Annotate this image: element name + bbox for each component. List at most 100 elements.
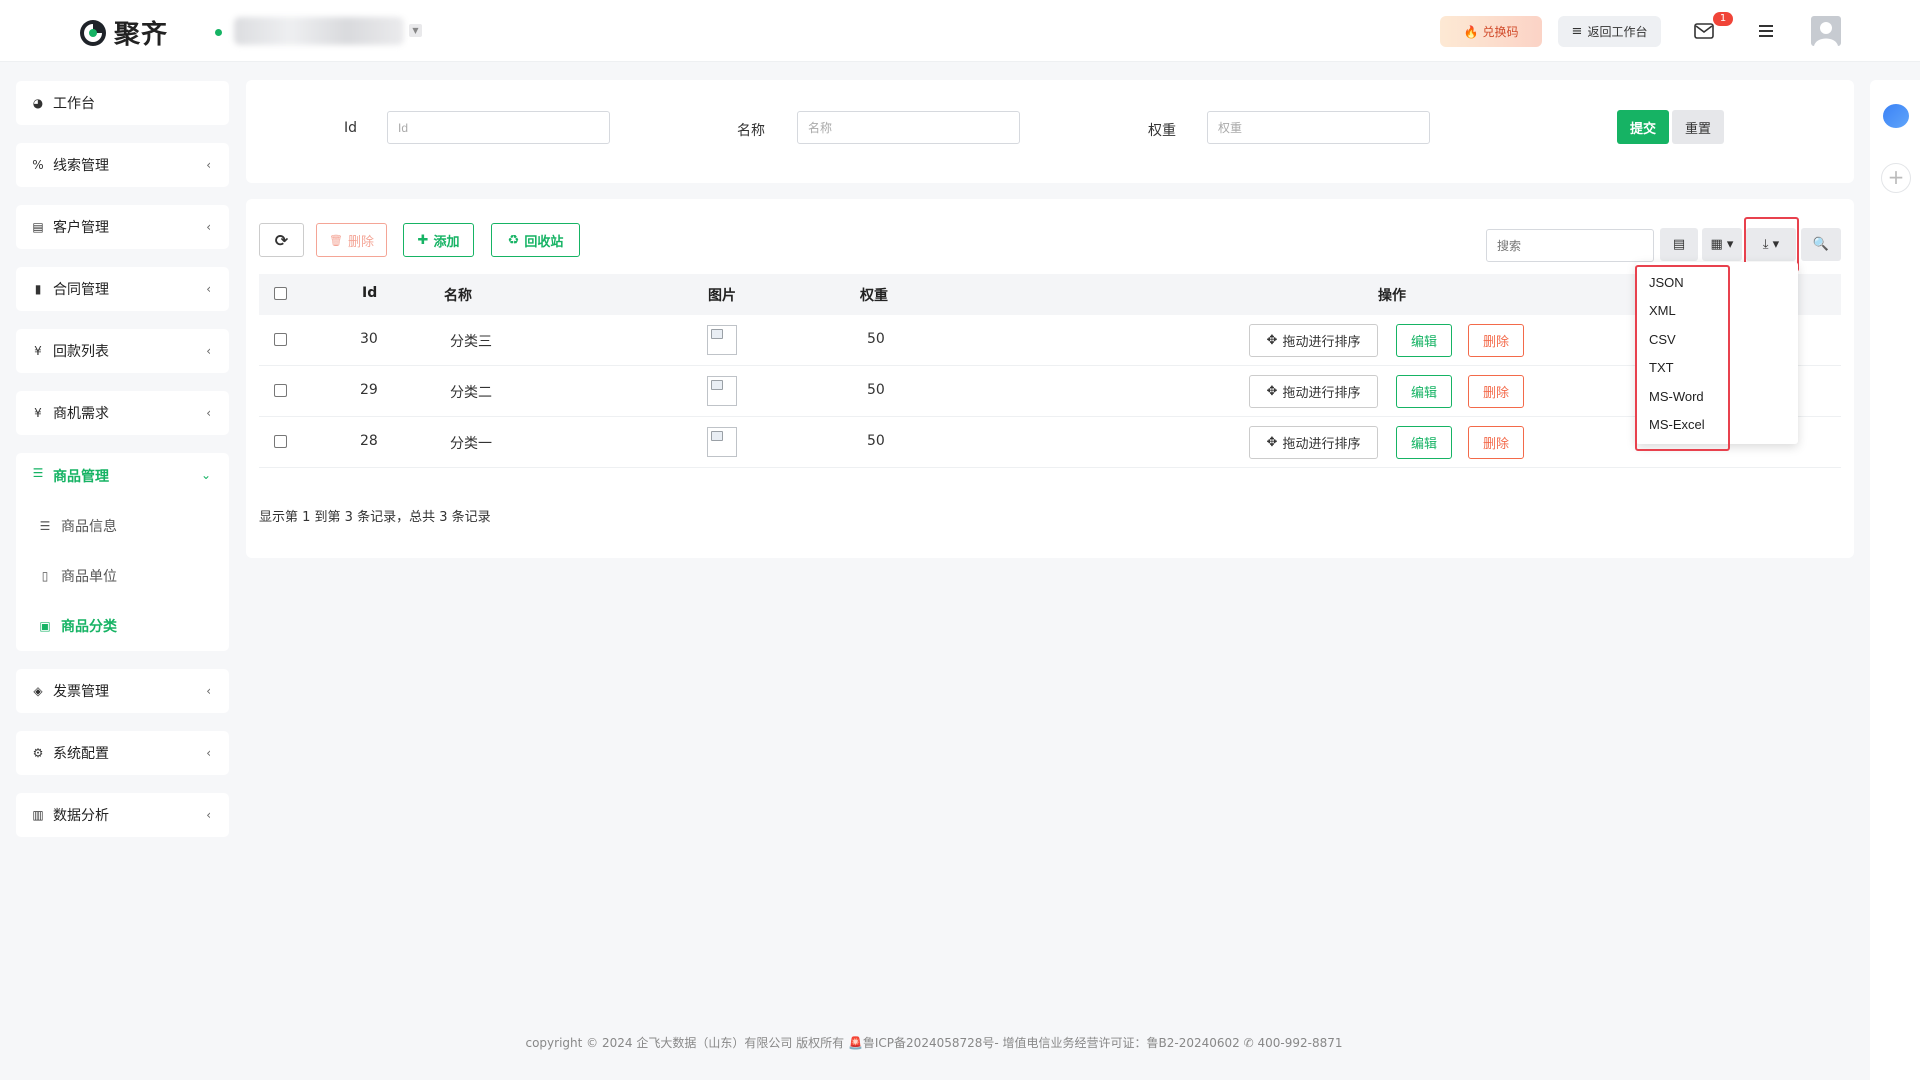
drag-sort-button[interactable]: ✥ 拖动进行排序 (1249, 375, 1378, 408)
broken-image-icon[interactable] (707, 325, 737, 355)
sidebar-item-label: 回款列表 (53, 344, 109, 360)
sidebar-subitem-product-category[interactable]: ▣ 商品分类 (38, 616, 117, 636)
table-row: 28 分类一 50 ✥ 拖动进行排序 编辑 删除 (259, 417, 1841, 468)
back-to-workbench-label: 返回工作台 (1587, 25, 1648, 39)
company-switcher[interactable] (234, 17, 404, 45)
menu-lines-icon: ≡ (1571, 24, 1583, 39)
edit-button[interactable]: 编辑 (1396, 426, 1452, 459)
recycle-bin-button[interactable]: ♻ 回收站 (491, 223, 580, 257)
sidebar-item-leads[interactable]: % 线索管理 ‹ (16, 143, 229, 187)
name-filter-input[interactable] (797, 111, 1020, 144)
sidebar-subitem-product-info[interactable]: ☰ 商品信息 (38, 516, 117, 536)
sidebar-item-contracts[interactable]: ▮ 合同管理 ‹ (16, 267, 229, 311)
add-icon[interactable]: + (1881, 163, 1911, 193)
table-header: Id 名称 图片 权重 操作 (259, 274, 1841, 315)
sidebar-subitem-label: 商品分类 (61, 619, 117, 635)
id-card-icon: ▤ (32, 220, 44, 234)
sidebar-item-invoices[interactable]: ◈ 发票管理 ‹ (16, 669, 229, 713)
submit-button[interactable]: 提交 (1617, 110, 1669, 144)
sidebar-item-label: 合同管理 (53, 282, 109, 298)
bulk-delete-label: 删除 (347, 234, 374, 250)
sidebar-item-label: 工作台 (53, 96, 95, 112)
delete-button[interactable]: 删除 (1468, 426, 1524, 459)
user-silhouette-icon (1814, 22, 1838, 46)
bar-chart-icon: ▥ (32, 808, 44, 822)
refresh-icon: ⟳ (274, 230, 289, 250)
add-button[interactable]: ✚ 添加 (403, 223, 474, 257)
sidebar-item-workbench[interactable]: ◕ 工作台 (16, 81, 229, 125)
mail-icon[interactable] (1693, 20, 1715, 42)
edit-button[interactable]: 编辑 (1396, 375, 1452, 408)
recycle-bin-label: 回收站 (524, 234, 564, 250)
list-icon: ☰ (32, 466, 44, 480)
sidebar-item-label: 客户管理 (53, 220, 109, 236)
search-icon: 🔍 (1812, 237, 1830, 252)
columns-button[interactable]: ▦ ▾ (1702, 228, 1742, 261)
refresh-button[interactable]: ⟳ (259, 223, 304, 257)
hamburger-menu-icon[interactable] (1755, 20, 1777, 42)
link-icon: % (32, 158, 44, 172)
delete-button[interactable]: 删除 (1468, 375, 1524, 408)
reset-button[interactable]: 重置 (1672, 110, 1724, 144)
chat-assistant-icon[interactable] (1883, 104, 1909, 128)
table-search-input[interactable] (1486, 229, 1654, 262)
caret-down-icon[interactable]: ▼ (409, 24, 422, 37)
move-arrows-icon: ✥ (1266, 333, 1278, 348)
chevron-left-icon: ‹ (206, 684, 211, 698)
table-row: 30 分类三 50 ✥ 拖动进行排序 编辑 删除 (259, 315, 1841, 366)
sidebar-item-analytics[interactable]: ▥ 数据分析 ‹ (16, 793, 229, 837)
redeem-code-button[interactable]: 🔥 兑换码 (1440, 16, 1542, 47)
brand-logo[interactable]: 聚齐 (78, 14, 168, 51)
avatar[interactable] (1811, 16, 1841, 46)
add-label: 添加 (433, 234, 460, 250)
bookmark-icon: ▮ (34, 282, 42, 296)
row-name: 分类二 (450, 385, 492, 401)
drag-sort-label: 拖动进行排序 (1282, 437, 1361, 452)
sidebar-item-customers[interactable]: ▤ 客户管理 ‹ (16, 205, 229, 249)
bulk-delete-button[interactable]: 🗑 删除 (316, 223, 387, 257)
column-header-actions: 操作 (1378, 288, 1406, 304)
sidebar-subitem-label: 商品信息 (61, 519, 117, 535)
chevron-left-icon: ‹ (206, 808, 211, 822)
delete-button[interactable]: 删除 (1468, 324, 1524, 357)
file-icon: ▯ (41, 569, 49, 583)
sidebar-item-opportunities[interactable]: ¥ 商机需求 ‹ (16, 391, 229, 435)
footer-copyright: copyright © 2024 企飞大数据（山东）有限公司 版权所有 🚨鲁IC… (525, 1036, 1343, 1050)
column-header-id: Id (362, 285, 378, 301)
drag-sort-button[interactable]: ✥ 拖动进行排序 (1249, 426, 1378, 459)
chevron-left-icon: ‹ (206, 344, 211, 358)
row-checkbox[interactable] (274, 333, 287, 346)
logo-mark-icon (80, 19, 106, 46)
table-row: 29 分类二 50 ✥ 拖动进行排序 编辑 删除 (259, 366, 1841, 417)
toggle-view-button[interactable]: ▤ (1660, 228, 1698, 261)
id-filter-input[interactable] (387, 111, 610, 144)
row-checkbox[interactable] (274, 384, 287, 397)
weight-filter-input[interactable] (1207, 111, 1430, 144)
advanced-search-button[interactable]: 🔍 (1801, 228, 1841, 261)
dashboard-icon: ◕ (32, 96, 44, 110)
grid-icon: ▦ ▾ (1710, 237, 1734, 252)
back-to-workbench-button[interactable]: ≡ 返回工作台 (1558, 16, 1661, 47)
drag-sort-button[interactable]: ✥ 拖动进行排序 (1249, 324, 1378, 357)
sidebar-item-label: 线索管理 (53, 158, 109, 174)
row-name: 分类一 (450, 436, 492, 452)
indent-icon: ☰ (39, 519, 51, 533)
edit-button[interactable]: 编辑 (1396, 324, 1452, 357)
redeem-code-label: 兑换码 (1482, 25, 1519, 39)
row-checkbox[interactable] (274, 435, 287, 448)
sidebar-subitem-product-unit[interactable]: ▯ 商品单位 (38, 566, 117, 586)
pagination-summary: 显示第 1 到第 3 条记录，总共 3 条记录 (259, 510, 491, 525)
row-weight: 50 (867, 331, 885, 347)
broken-image-icon[interactable] (707, 376, 737, 406)
sidebar-item-settings[interactable]: ⚙ 系统配置 ‹ (16, 731, 229, 775)
online-status-dot (215, 29, 222, 36)
chevron-left-icon: ‹ (206, 406, 211, 420)
list-view-icon: ▤ (1672, 237, 1686, 252)
weight-filter-label: 权重 (1148, 123, 1176, 139)
chevron-left-icon: ‹ (206, 158, 211, 172)
sidebar-item-payments[interactable]: ¥ 回款列表 ‹ (16, 329, 229, 373)
select-all-checkbox[interactable] (274, 287, 287, 300)
mail-badge: 1 (1713, 12, 1733, 26)
broken-image-icon[interactable] (707, 427, 737, 457)
fire-icon: 🔥 (1463, 24, 1479, 39)
